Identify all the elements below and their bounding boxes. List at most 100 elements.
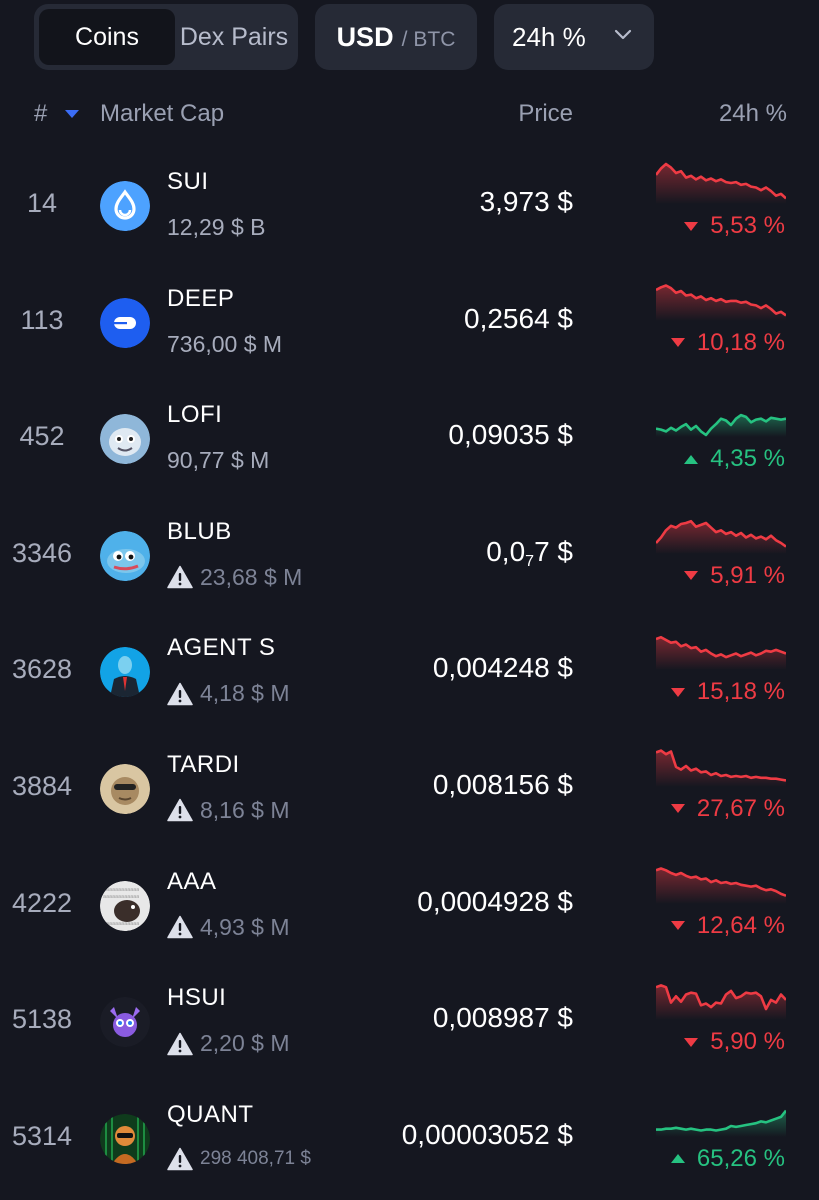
coin-row[interactable]: 3628 AGENT S 4,18 $ M 0,004248 $ 15,18 % xyxy=(0,614,819,731)
header-change[interactable]: 24h % xyxy=(719,100,787,128)
coin-row[interactable]: 4222 aaaaaaaaaaaa aaaaaaaaaaaa aaaaaaaaaaaa… xyxy=(0,848,819,965)
tab-coins[interactable]: Coins xyxy=(39,9,175,65)
header-price[interactable]: Price xyxy=(518,100,573,128)
tab-dex-pairs[interactable]: Dex Pairs xyxy=(175,9,293,65)
coin-symbol: TARDI xyxy=(167,750,240,778)
coin-row[interactable]: 3884 TARDI 8,16 $ M 0,008156 $ 27,67 % xyxy=(0,731,819,848)
coin-symbol: QUANT xyxy=(167,1100,254,1128)
coin-row[interactable]: 5314 QUANT 298 408,71 $ 0,00003052 $ 65,26 % xyxy=(0,1081,819,1198)
coin-price: 0,077 $ xyxy=(486,536,573,571)
coin-row[interactable]: 14 SUI 12,29 $ B 3,973 $ 5,53 % xyxy=(0,148,819,265)
period-dropdown[interactable]: 24h % xyxy=(494,4,654,70)
change-value: 15,18 % xyxy=(696,678,785,706)
header-market-cap[interactable]: Market Cap xyxy=(100,100,224,128)
sparkline-area xyxy=(656,750,786,787)
market-cap-line: 4,93 $ M xyxy=(167,914,290,941)
coin-rank: 4222 xyxy=(11,887,73,918)
price-zero-count: 7 xyxy=(525,552,535,570)
warning-icon xyxy=(167,1147,193,1170)
price-sparkline xyxy=(656,162,786,204)
coin-symbol: AGENT S xyxy=(167,634,276,662)
coin-change: 15,18 % xyxy=(670,678,785,706)
coin-change: 5,53 % xyxy=(684,212,785,240)
coin-change: 12,64 % xyxy=(670,912,785,940)
arrow-up-icon xyxy=(684,454,699,464)
period-label: 24h % xyxy=(512,21,586,52)
coin-price: 0,0004928 $ xyxy=(417,886,573,918)
coin-logo xyxy=(100,997,150,1048)
coin-market-cap: 8,16 $ M xyxy=(200,796,290,823)
toolbar: Coins Dex Pairs USD / BTC 24h % xyxy=(0,0,819,80)
coin-change: 65,26 % xyxy=(670,1145,785,1173)
coin-row[interactable]: 113 DEEP 736,00 $ M 0,2564 $ 10,18 % xyxy=(0,265,819,382)
change-value: 4,35 % xyxy=(710,445,785,473)
price-main: 0,0 xyxy=(486,535,526,567)
coin-price: 0,09035 $ xyxy=(448,419,573,451)
change-value: 27,67 % xyxy=(696,794,785,822)
price-value: 0,0004928 $ xyxy=(417,885,573,917)
change-value: 5,53 % xyxy=(710,212,785,239)
coin-logo xyxy=(100,414,150,465)
coin-price: 0,004248 $ xyxy=(433,652,573,684)
arrow-down-icon xyxy=(684,221,699,231)
coin-rank: 5138 xyxy=(11,1004,73,1035)
coin-logo xyxy=(100,181,150,231)
coin-symbol: LOFI xyxy=(167,401,223,429)
coin-market-cap: 23,68 $ M xyxy=(200,563,303,590)
coin-market-cap: 298 408,71 $ xyxy=(200,1147,311,1169)
header-rank[interactable]: # xyxy=(34,100,47,128)
coin-change: 5,91 % xyxy=(684,562,785,590)
price-sparkline xyxy=(656,866,786,904)
arrow-down-icon xyxy=(670,687,685,697)
svg-text:aaaaaaaaaaaa: aaaaaaaaaaaa xyxy=(103,887,139,893)
arrow-down-icon xyxy=(684,571,699,581)
price-value: 0,008156 $ xyxy=(432,768,573,800)
coin-price: 0,00003052 $ xyxy=(402,1119,573,1151)
chevron-down-icon xyxy=(614,29,632,40)
coin-symbol: DEEP xyxy=(167,284,235,312)
coin-rank: 3884 xyxy=(11,770,73,801)
coin-price: 3,973 $ xyxy=(480,186,573,218)
coin-row[interactable]: 452 LOFI 90,77 $ M 0,09035 $ 4,35 % xyxy=(0,381,819,498)
arrow-up-icon xyxy=(670,1154,685,1164)
change-value: 5,90 % xyxy=(710,1028,785,1056)
coin-market-cap: 4,18 $ M xyxy=(200,680,290,707)
price-sparkline xyxy=(656,413,786,438)
market-cap-line: 8,16 $ M xyxy=(167,797,290,824)
view-segmented-control: Coins Dex Pairs xyxy=(34,4,298,70)
coin-rank: 14 xyxy=(26,188,58,218)
coin-rank: 3346 xyxy=(11,537,73,568)
coin-logo xyxy=(100,1113,150,1164)
sparkline-area xyxy=(656,1110,786,1137)
market-cap-line: 12,29 $ B xyxy=(167,214,265,241)
price-value: 3,973 $ xyxy=(479,186,573,217)
warning-icon xyxy=(167,1032,193,1055)
price-value: 0,004248 $ xyxy=(432,652,573,684)
warning-icon xyxy=(167,799,193,822)
coin-logo xyxy=(100,530,150,581)
coin-symbol: AAA xyxy=(167,867,217,895)
coin-market-cap: 2,20 $ M xyxy=(200,1030,290,1057)
currency-primary: USD xyxy=(336,22,394,52)
coin-change: 5,90 % xyxy=(684,1028,785,1056)
coin-row[interactable]: 5138 HSUI 2,20 $ M 0,008987 $ 5,90 % xyxy=(0,964,819,1081)
market-cap-line: 23,68 $ M xyxy=(167,564,302,591)
sort-desc-icon[interactable] xyxy=(64,109,80,119)
price-value: 0,008987 $ xyxy=(432,1002,573,1034)
market-cap-line: 298 408,71 $ xyxy=(167,1147,311,1171)
market-cap-line: 736,00 $ M xyxy=(167,331,282,358)
coin-logo xyxy=(100,763,150,814)
svg-text:aaaaaaaaaaaa: aaaaaaaaaaaa xyxy=(103,894,139,900)
coin-list: 14 SUI 12,29 $ B 3,973 $ 5,53 % 113 DEEP 736,00… xyxy=(0,148,819,1197)
currency-secondary: BTC xyxy=(413,28,456,51)
coin-row[interactable]: 3346 BLUB 23,68 $ M 0,077 $ 5,91 % xyxy=(0,498,819,615)
currency-toggle[interactable]: USD / BTC xyxy=(315,4,477,70)
change-value: 10,18 % xyxy=(696,328,785,356)
coin-rank: 3628 xyxy=(11,654,73,685)
sparkline-area xyxy=(656,164,786,204)
coin-symbol: HSUI xyxy=(167,984,227,1012)
arrow-down-icon xyxy=(670,921,685,931)
currency-separator: / xyxy=(401,28,408,51)
coin-rank: 5314 xyxy=(11,1120,73,1151)
price-sparkline xyxy=(656,283,786,321)
